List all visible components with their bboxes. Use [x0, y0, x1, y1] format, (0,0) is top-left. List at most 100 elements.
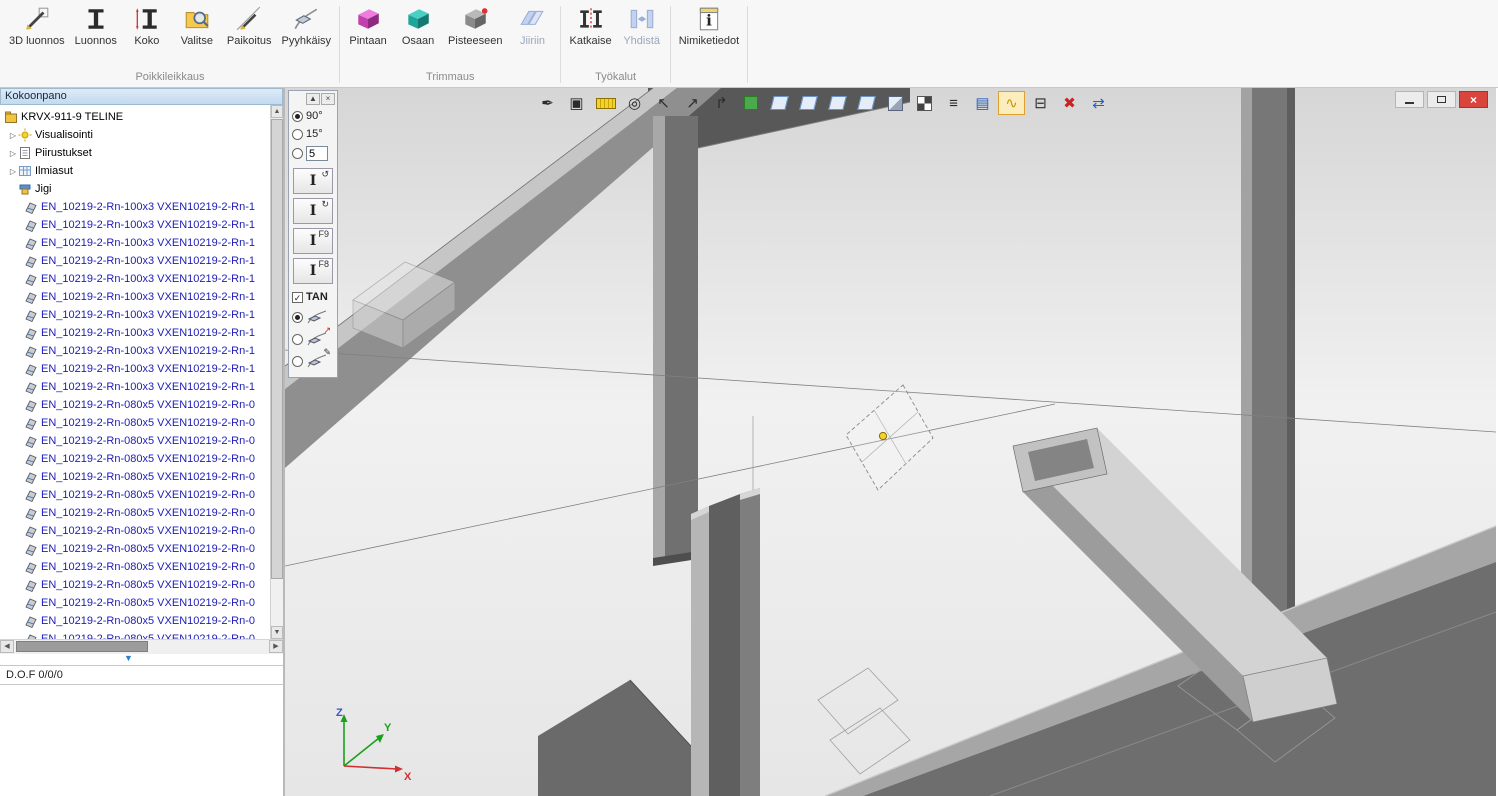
tree-item-profile[interactable]: EN_10219-2-Rn-100x3 VXEN10219-2-Rn-1 [0, 270, 270, 288]
ribbon-button-pyyhkaisy[interactable]: Pyyhkäisy [277, 2, 337, 69]
tree-item-profile[interactable]: EN_10219-2-Rn-100x3 VXEN10219-2-Rn-1 [0, 234, 270, 252]
rotate-profile-ccw-button[interactable]: I ↺ [293, 168, 333, 194]
tree-item-profile[interactable]: EN_10219-2-Rn-080x5 VXEN10219-2-Rn-0 [0, 450, 270, 468]
ribbon-button-osaan[interactable]: Osaan [393, 2, 443, 69]
ibeam-glyph: I [310, 204, 317, 218]
tree-item-profile[interactable]: EN_10219-2-Rn-100x3 VXEN10219-2-Rn-1 [0, 252, 270, 270]
column-center[interactable] [653, 116, 698, 566]
tree-node-piirustukset[interactable]: ▷ Piirustukset [0, 144, 270, 162]
tree-item-profile[interactable]: EN_10219-2-Rn-080x5 VXEN10219-2-Rn-0 [0, 396, 270, 414]
tree-vertical-scrollbar[interactable]: ▲ ▼ [270, 105, 283, 639]
tree-item-profile[interactable]: EN_10219-2-Rn-080x5 VXEN10219-2-Rn-0 [0, 504, 270, 522]
ribbon-button-pintaan[interactable]: Pintaan [343, 2, 393, 69]
rotate-profile-cw-button[interactable]: I ↻ [293, 198, 333, 224]
ribbon-button-yhdista[interactable]: Yhdistä [617, 2, 667, 69]
steel-profile-icon [24, 542, 38, 556]
ribbon-button-luonnos[interactable]: Luonnos [70, 2, 122, 69]
tree-item-profile[interactable]: EN_10219-2-Rn-080x5 VXEN10219-2-Rn-0 [0, 486, 270, 504]
ribbon-button-katkaise[interactable]: Katkaise [564, 2, 616, 69]
sweep-mode-3-radio[interactable]: ✎ [289, 350, 337, 372]
ruler-icon[interactable] [592, 91, 619, 115]
scroll-up-icon[interactable]: ▲ [271, 105, 283, 118]
snap-center-icon[interactable]: ◎ [621, 91, 648, 115]
cursor-snap-icon[interactable]: ↗ [679, 91, 706, 115]
tan-checkbox[interactable]: ✓ TAN [289, 288, 337, 306]
ribbon-button-pisteeseen[interactable]: Pisteeseen [443, 2, 507, 69]
tree-item-profile[interactable]: EN_10219-2-Rn-080x5 VXEN10219-2-Rn-0 [0, 576, 270, 594]
tree-item-profile[interactable]: EN_10219-2-Rn-100x3 VXEN10219-2-Rn-1 [0, 216, 270, 234]
tree-item-profile[interactable]: EN_10219-2-Rn-080x5 VXEN10219-2-Rn-0 [0, 432, 270, 450]
copy-icon[interactable]: ▤ [969, 91, 996, 115]
tree-node-ilmiasut[interactable]: ▷ Ilmiasut [0, 162, 270, 180]
tree-item-profile[interactable]: EN_10219-2-Rn-100x3 VXEN10219-2-Rn-1 [0, 306, 270, 324]
tree-item-profile[interactable]: EN_10219-2-Rn-100x3 VXEN10219-2-Rn-1 [0, 360, 270, 378]
visualization-sun-icon [18, 128, 32, 142]
scroll-left-icon[interactable]: ◀ [0, 640, 14, 653]
tree-item-profile[interactable]: EN_10219-2-Rn-080x5 VXEN10219-2-Rn-0 [0, 522, 270, 540]
tree-item-profile[interactable]: EN_10219-2-Rn-080x5 VXEN10219-2-Rn-0 [0, 558, 270, 576]
angle-90-radio[interactable]: 90° [289, 107, 337, 125]
tree-item-profile[interactable]: EN_10219-2-Rn-080x5 VXEN10219-2-Rn-0 [0, 594, 270, 612]
scrollbar-thumb[interactable] [271, 119, 283, 579]
tree-item-profile[interactable]: EN_10219-2-Rn-100x3 VXEN10219-2-Rn-1 [0, 288, 270, 306]
plane-1-icon[interactable] [766, 91, 793, 115]
tree-node-jigi[interactable]: Jigi [0, 180, 270, 198]
angle-15-radio[interactable]: 15° [289, 125, 337, 143]
scroll-right-icon[interactable]: ▶ [269, 640, 283, 653]
plane-4-icon[interactable] [853, 91, 880, 115]
select-frame-icon[interactable]: ▣ [563, 91, 590, 115]
expand-arrow-icon[interactable]: ▷ [8, 149, 18, 158]
swap-arrows-icon[interactable]: ⇄ [1085, 91, 1112, 115]
tree-item-profile[interactable]: EN_10219-2-Rn-100x3 VXEN10219-2-Rn-1 [0, 198, 270, 216]
tree-node-visualisointi[interactable]: ▷ Visualisointi [0, 126, 270, 144]
tree-item-profile[interactable]: EN_10219-2-Rn-080x5 VXEN10219-2-Rn-0 [0, 540, 270, 558]
solid-cube-icon[interactable] [882, 91, 909, 115]
panel-collapse-icon[interactable]: ▲ [306, 93, 320, 105]
ribbon-button-paikoitus[interactable]: Paikoitus [222, 2, 277, 69]
tree-item-profile[interactable]: EN_10219-2-Rn-080x5 VXEN10219-2-Rn-0 [0, 630, 270, 639]
tree-item-profile[interactable]: EN_10219-2-Rn-080x5 VXEN10219-2-Rn-0 [0, 612, 270, 630]
3d-viewport[interactable]: Z Y X ✒ ▣ [285, 88, 1496, 796]
channel-post[interactable] [691, 488, 760, 796]
scrollbar-thumb[interactable] [16, 641, 148, 652]
angle-custom-radio[interactable] [289, 143, 337, 164]
expand-arrow-icon[interactable]: ▷ [8, 131, 18, 140]
face-fill-icon[interactable] [737, 91, 764, 115]
splitter-arrow-icon[interactable]: ▼ [124, 653, 133, 663]
steel-frame-scene[interactable]: Z Y X [285, 88, 1496, 796]
tree-item-profile[interactable]: EN_10219-2-Rn-100x3 VXEN10219-2-Rn-1 [0, 342, 270, 360]
minimize-button[interactable] [1395, 91, 1424, 108]
ribbon-button-koko[interactable]: Koko [122, 2, 172, 69]
tree-item-profile[interactable]: EN_10219-2-Rn-080x5 VXEN10219-2-Rn-0 [0, 468, 270, 486]
flip-f8-button[interactable]: I F8 [293, 258, 333, 284]
list-icon[interactable]: ≡ [940, 91, 967, 115]
panel-splitter[interactable]: ▼ [0, 654, 283, 665]
checker-cube-icon[interactable] [911, 91, 938, 115]
tree-item-profile[interactable]: EN_10219-2-Rn-100x3 VXEN10219-2-Rn-1 [0, 324, 270, 342]
ribbon-button-3d-sketch[interactable]: 3D luonnos [4, 2, 70, 69]
cursor-arrow-icon[interactable]: ↖ [650, 91, 677, 115]
sweep-curve-icon[interactable]: ∿ [998, 91, 1025, 115]
panel-close-icon[interactable]: × [321, 93, 335, 105]
ribbon-button-nimiketiedot[interactable]: i Nimiketiedot [674, 2, 745, 81]
plane-2-icon[interactable] [795, 91, 822, 115]
cursor-pick-icon[interactable]: ↱ [708, 91, 735, 115]
plane-3-icon[interactable] [824, 91, 851, 115]
flip-f9-button[interactable]: I F9 [293, 228, 333, 254]
drawer-icon[interactable]: ⊟ [1027, 91, 1054, 115]
angle-value-input[interactable] [306, 146, 328, 161]
tree-horizontal-scrollbar[interactable]: ◀ ▶ [0, 639, 283, 654]
expand-arrow-icon[interactable]: ▷ [8, 167, 18, 176]
window-controls: × [1395, 91, 1488, 108]
tree-root-node[interactable]: KRVX-911-9 TELINE [0, 108, 270, 126]
tree-item-profile[interactable]: EN_10219-2-Rn-100x3 VXEN10219-2-Rn-1 [0, 378, 270, 396]
ribbon-button-valitse[interactable]: Valitse [172, 2, 222, 69]
delete-icon[interactable]: ✖ [1056, 91, 1083, 115]
active-point-marker[interactable] [879, 432, 886, 439]
maximize-button[interactable] [1427, 91, 1456, 108]
scroll-down-icon[interactable]: ▼ [271, 626, 283, 639]
close-button[interactable]: × [1459, 91, 1488, 108]
tree-item-profile[interactable]: EN_10219-2-Rn-080x5 VXEN10219-2-Rn-0 [0, 414, 270, 432]
ribbon-button-jiiriin[interactable]: Jiiriin [507, 2, 557, 69]
pin-icon[interactable]: ✒ [534, 91, 561, 115]
